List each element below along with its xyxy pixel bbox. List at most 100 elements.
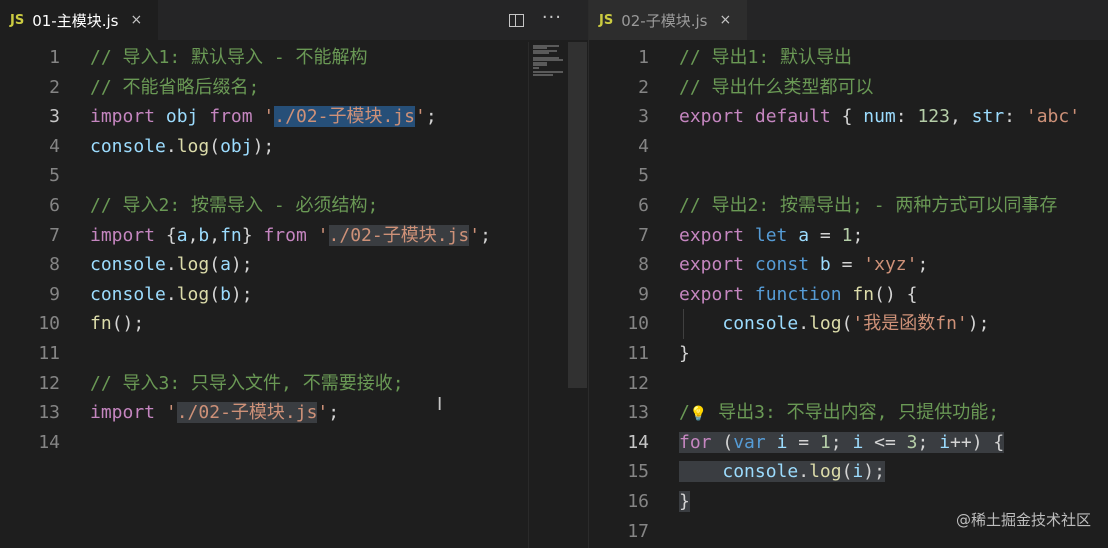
line-number: 9 — [638, 283, 649, 305]
more-actions-icon[interactable]: ··· — [542, 7, 562, 28]
code-line[interactable]: 15 console.log(i); — [589, 457, 1108, 487]
code-token: num — [863, 106, 896, 128]
minimap-line — [533, 52, 549, 55]
code-line[interactable]: 8 export const b = 'xyz'; — [589, 250, 1108, 280]
code-text[interactable]: // 导入3: 只导入文件, 不需要接收; — [90, 369, 404, 399]
code-line[interactable]: 8 console.log(a); — [0, 250, 588, 280]
code-token: const — [754, 254, 810, 276]
code-line[interactable]: 14 for (var i = 1; i <= 3; i++) { — [589, 428, 1108, 458]
code-line[interactable]: 9 export function fn() { — [589, 280, 1108, 310]
split-editor-icon[interactable] — [508, 13, 524, 27]
code-text[interactable]: console.log(obj); — [90, 132, 274, 162]
code-token: ' — [317, 402, 329, 424]
line-number: 2 — [638, 76, 649, 98]
tab-02-sub-module[interactable]: JS 02-子模块.js × — [589, 0, 747, 40]
code-text[interactable]: console.log(b); — [90, 280, 253, 310]
code-line[interactable]: 6 // 导出2: 按需导出; - 两种方式可以同事存 — [589, 191, 1108, 221]
code-line[interactable]: 11 — [0, 339, 588, 369]
code-text[interactable]: for (var i = 1; i <= 3; i++) { — [679, 428, 1005, 458]
code-text[interactable]: // 不能省略后缀名; — [90, 73, 259, 103]
code-token: // 不能省略后缀名; — [90, 76, 260, 98]
code-line[interactable]: 10 fn(); — [0, 309, 588, 339]
code-token: console — [90, 135, 166, 157]
code-token: b — [220, 283, 231, 305]
code-text[interactable]: import obj from './02-子模块.js'; — [90, 102, 437, 132]
minimap[interactable] — [528, 42, 569, 548]
code-token: = — [809, 224, 842, 246]
close-icon[interactable]: × — [719, 12, 731, 28]
code-line[interactable]: 13 /💡 导出3: 不导出内容, 只提供功能; — [589, 398, 1108, 428]
code-text[interactable]: // 导出1: 默认导出 — [679, 43, 852, 73]
code-line[interactable]: 1 // 导出1: 默认导出 — [589, 43, 1108, 73]
code-line[interactable]: 12 — [589, 369, 1108, 399]
code-token: ; — [917, 431, 940, 453]
code-token: ); — [967, 313, 990, 335]
code-line[interactable]: 14 — [0, 428, 588, 458]
code-text[interactable]: import {a,b,fn} from './02-子模块.js'; — [90, 221, 491, 251]
code-line[interactable]: 4 console.log(obj); — [0, 132, 588, 162]
code-text[interactable]: // 导出什么类型都可以 — [679, 73, 874, 103]
code-token: : — [895, 106, 918, 128]
code-text[interactable]: // 导入2: 按需导入 - 必须结构; — [90, 191, 378, 221]
code-token: from — [263, 224, 307, 246]
line-number: 13 — [627, 402, 649, 424]
code-text[interactable]: import './02-子模块.js'; — [90, 398, 339, 428]
code-line[interactable]: 11} — [589, 339, 1108, 369]
code-line[interactable]: 2 // 导出什么类型都可以 — [589, 73, 1108, 103]
code-token: log — [809, 313, 842, 335]
code-token: 1 — [819, 431, 831, 453]
code-token: ; — [830, 431, 853, 453]
code-text[interactable]: console.log(a); — [90, 250, 253, 280]
code-text[interactable]: fn(); — [90, 309, 144, 339]
right-code-editor[interactable]: 1 // 导出1: 默认导出 2 // 导出什么类型都可以 3 export defaul… — [589, 42, 1108, 548]
code-line[interactable]: 12 // 导入3: 只导入文件, 不需要接收; — [0, 369, 588, 399]
code-line[interactable]: 5 — [589, 161, 1108, 191]
code-line[interactable]: 13 import './02-子模块.js'; — [0, 398, 588, 428]
code-line[interactable]: 4 — [589, 132, 1108, 162]
code-token: = — [830, 254, 864, 276]
line-number: 11 — [38, 343, 60, 364]
code-token: // 导出1: 默认导出 — [679, 47, 853, 68]
right-editor-group[interactable]: JS 02-子模块.js × 1 // 导出1: 默认导出 2 // 导出什么类型都可… — [588, 0, 1108, 548]
code-line[interactable]: 10 console.log('我是函数fn'); — [589, 309, 1108, 339]
lightbulb-icon[interactable]: 💡 — [690, 406, 707, 422]
code-text[interactable]: export let a = 1; — [679, 221, 863, 251]
code-token: ' — [252, 106, 275, 128]
code-text[interactable]: /💡 导出3: 不导出内容, 只提供功能; — [679, 398, 999, 429]
code-token: ; — [425, 106, 437, 128]
code-line[interactable]: 7 import {a,b,fn} from './02-子模块.js'; — [0, 221, 588, 251]
code-token: . — [165, 283, 177, 305]
code-token: ' — [469, 224, 481, 246]
code-text[interactable]: } — [679, 487, 690, 517]
tab-01-main-module[interactable]: JS 01-主模块.js × — [0, 0, 158, 40]
code-line[interactable]: 7 export let a = 1; — [589, 221, 1108, 251]
minimap-line — [533, 66, 539, 69]
code-text[interactable]: export const b = 'xyz'; — [679, 250, 928, 280]
line-number: 7 — [49, 224, 60, 246]
code-text[interactable]: console.log(i); — [679, 457, 885, 487]
code-text[interactable]: } — [679, 339, 690, 369]
code-token: import — [90, 402, 156, 424]
vertical-scrollbar[interactable] — [568, 42, 587, 388]
code-line[interactable]: 3 export default { num: 123, str: 'abc' — [589, 102, 1108, 132]
code-token: i — [939, 431, 951, 453]
code-line[interactable]: 1 // 导入1: 默认导入 - 不能解构 — [0, 43, 588, 73]
left-editor-group[interactable]: JS 01-主模块.js × ··· 1 // 导入1: 默认导入 - 不能解构 2… — [0, 0, 588, 548]
code-text[interactable]: // 导入1: 默认导入 - 不能解构 — [90, 43, 368, 73]
code-text[interactable]: export function fn() { — [679, 280, 917, 310]
minimap-line — [533, 73, 553, 76]
code-line[interactable]: 2 // 不能省略后缀名; — [0, 73, 588, 103]
code-text[interactable]: // 导出2: 按需导出; - 两种方式可以同事存 — [679, 191, 1057, 221]
code-text[interactable]: console.log('我是函数fn'); — [679, 309, 989, 339]
close-icon[interactable]: × — [130, 12, 142, 28]
left-code-editor[interactable]: 1 // 导入1: 默认导入 - 不能解构 2 // 不能省略后缀名; 3 import … — [0, 42, 588, 548]
code-line[interactable]: 3 import obj from './02-子模块.js'; — [0, 102, 588, 132]
code-line[interactable]: 6 // 导入2: 按需导入 - 必须结构; — [0, 191, 588, 221]
line-number: 3 — [49, 106, 60, 128]
code-line[interactable]: 5 — [0, 161, 588, 191]
code-text[interactable]: export default { num: 123, str: 'abc' — [679, 102, 1080, 132]
code-line[interactable]: 9 console.log(b); — [0, 280, 588, 310]
line-number: 12 — [38, 372, 60, 394]
